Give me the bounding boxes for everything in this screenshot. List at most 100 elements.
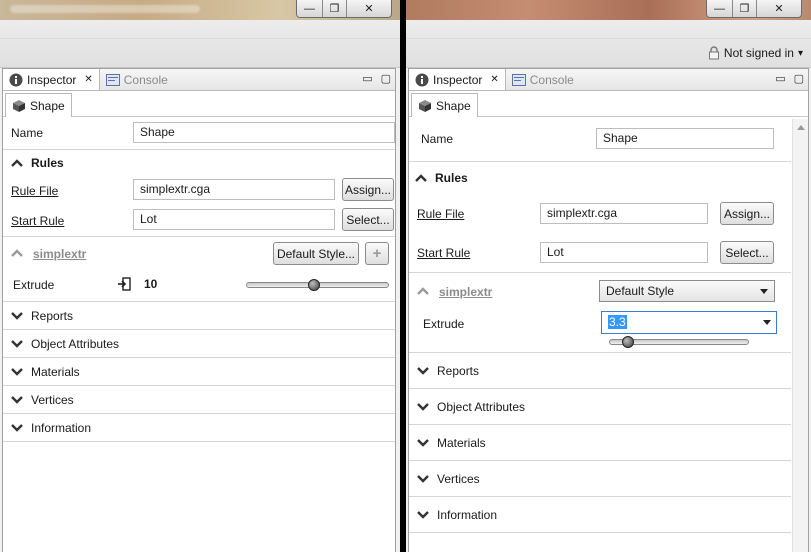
- chevron-up-icon[interactable]: [11, 249, 23, 257]
- window-controls: — ❐ ✕: [296, 0, 392, 18]
- style-section-header: simplextr Default Style: [409, 273, 791, 307]
- start-rule-input[interactable]: Lot: [540, 242, 708, 263]
- section-vertices[interactable]: Vertices: [409, 461, 791, 496]
- rules-section-header[interactable]: Rules: [3, 150, 395, 176]
- section-information[interactable]: Information: [409, 497, 791, 532]
- section-materials[interactable]: Materials: [3, 358, 395, 385]
- style-combo[interactable]: Default Style: [599, 280, 775, 302]
- extrude-slider-thumb[interactable]: [621, 336, 634, 348]
- view-controls: ▭ ▢: [362, 72, 391, 85]
- start-rule-row: Start Rule Lot Select...: [3, 206, 395, 236]
- close-button[interactable]: ✕: [757, 0, 801, 17]
- inspector-view: Inspector ✕ Console ▭ ▢ Shape Name Shape…: [408, 68, 809, 552]
- signin-label: Not signed in: [723, 46, 794, 60]
- maximize-button[interactable]: ❐: [733, 0, 757, 17]
- section-label: Materials: [31, 364, 80, 379]
- section-materials[interactable]: Materials: [409, 425, 791, 460]
- section-reports[interactable]: Reports: [3, 302, 395, 329]
- view-tab-row: Inspector ✕ Console ▭ ▢: [3, 69, 395, 91]
- maximize-button[interactable]: ❐: [323, 0, 347, 17]
- extrude-value[interactable]: 10: [137, 274, 241, 295]
- extrude-row: Extrude 3.3: [409, 307, 791, 352]
- extrude-combo[interactable]: 3.3: [601, 311, 777, 334]
- rule-file-label[interactable]: Rule File: [417, 207, 464, 221]
- assign-button[interactable]: Assign...: [720, 202, 774, 225]
- chevron-up-icon[interactable]: [417, 287, 429, 295]
- lock-icon: [708, 46, 719, 60]
- view-maximize-icon[interactable]: ▢: [794, 72, 804, 85]
- section-label: Vertices: [437, 471, 480, 486]
- view-minimize-icon[interactable]: ▭: [775, 72, 785, 85]
- scroll-up-icon[interactable]: [797, 125, 805, 130]
- view-minimize-icon[interactable]: ▭: [362, 72, 372, 85]
- view-maximize-icon[interactable]: ▢: [381, 72, 391, 85]
- chevron-down-icon: [11, 367, 23, 376]
- start-rule-input[interactable]: Lot: [133, 209, 335, 230]
- select-button[interactable]: Select...: [720, 241, 774, 264]
- connect-attribute-icon[interactable]: [117, 277, 131, 291]
- section-label: Vertices: [31, 392, 74, 407]
- info-icon: [9, 73, 23, 86]
- tab-console[interactable]: Console: [506, 69, 580, 90]
- subtab-row: Shape: [3, 91, 395, 117]
- inspector-content: Name Shape Rules Rule File simplextr.cga…: [409, 117, 791, 533]
- extrude-value[interactable]: 3.3: [608, 315, 627, 329]
- console-icon: [105, 73, 120, 86]
- tab-close-icon[interactable]: ✕: [490, 74, 498, 85]
- tab-console[interactable]: Console: [100, 69, 174, 90]
- vertical-scrollbar[interactable]: [792, 119, 808, 552]
- toolbar-separator: [0, 38, 400, 39]
- extrude-slider-thumb[interactable]: [307, 279, 320, 291]
- add-style-button[interactable]: +: [365, 242, 389, 265]
- section-information[interactable]: Information: [3, 414, 395, 441]
- rule-file-label[interactable]: Rule File: [11, 184, 58, 198]
- subtab-shape-label: Shape: [436, 98, 471, 113]
- title-bar: — ❐ ✕: [406, 0, 811, 20]
- name-input[interactable]: Shape: [133, 122, 395, 143]
- window-controls: — ❐ ✕: [706, 0, 802, 18]
- chevron-down-icon: [417, 366, 429, 375]
- default-style-button[interactable]: Default Style...: [273, 242, 359, 265]
- chevron-down-icon: [11, 339, 23, 348]
- section-vertices[interactable]: Vertices: [3, 386, 395, 413]
- style-rule-name[interactable]: simplextr: [33, 247, 86, 261]
- rule-file-row: Rule File simplextr.cga Assign...: [409, 194, 791, 234]
- signin-arrow-icon: ▾: [797, 47, 803, 59]
- tab-inspector-label: Inspector: [27, 72, 77, 87]
- title-bar: — ❐ ✕: [0, 0, 400, 20]
- tab-inspector-label: Inspector: [433, 72, 483, 87]
- rule-file-input[interactable]: simplextr.cga: [540, 203, 708, 224]
- minimize-button[interactable]: —: [297, 0, 323, 17]
- tab-close-icon[interactable]: ✕: [84, 74, 92, 85]
- tab-inspector[interactable]: Inspector ✕: [3, 69, 100, 90]
- start-rule-label[interactable]: Start Rule: [417, 246, 470, 260]
- tab-console-label: Console: [529, 72, 574, 87]
- chevron-down-icon: [11, 311, 23, 320]
- section-reports[interactable]: Reports: [409, 353, 791, 388]
- name-label: Name: [421, 132, 454, 146]
- select-button[interactable]: Select...: [342, 208, 394, 231]
- divider: [409, 532, 791, 533]
- info-icon: [415, 73, 429, 86]
- subtab-shape[interactable]: Shape: [411, 93, 478, 117]
- chevron-down-icon: [11, 395, 23, 404]
- tab-inspector[interactable]: Inspector ✕: [409, 69, 506, 90]
- chevron-down-icon: [417, 402, 429, 411]
- section-object-attributes[interactable]: Object Attributes: [3, 330, 395, 357]
- name-row: Name Shape: [409, 117, 791, 161]
- style-rule-name[interactable]: simplextr: [439, 285, 492, 299]
- cube-icon: [419, 99, 431, 112]
- name-input[interactable]: Shape: [596, 128, 774, 149]
- section-label: Materials: [437, 435, 486, 450]
- close-button[interactable]: ✕: [347, 0, 391, 17]
- rules-section-header[interactable]: Rules: [409, 162, 791, 194]
- minimize-button[interactable]: —: [707, 0, 733, 17]
- signin-menu[interactable]: Not signed in ▾: [708, 46, 803, 60]
- view-controls: ▭ ▢: [775, 72, 804, 85]
- section-object-attributes[interactable]: Object Attributes: [409, 389, 791, 424]
- start-rule-label[interactable]: Start Rule: [11, 214, 64, 228]
- rule-file-input[interactable]: simplextr.cga: [133, 179, 335, 200]
- assign-button[interactable]: Assign...: [342, 178, 394, 201]
- chevron-down-icon[interactable]: [763, 320, 771, 325]
- subtab-shape[interactable]: Shape: [5, 93, 72, 117]
